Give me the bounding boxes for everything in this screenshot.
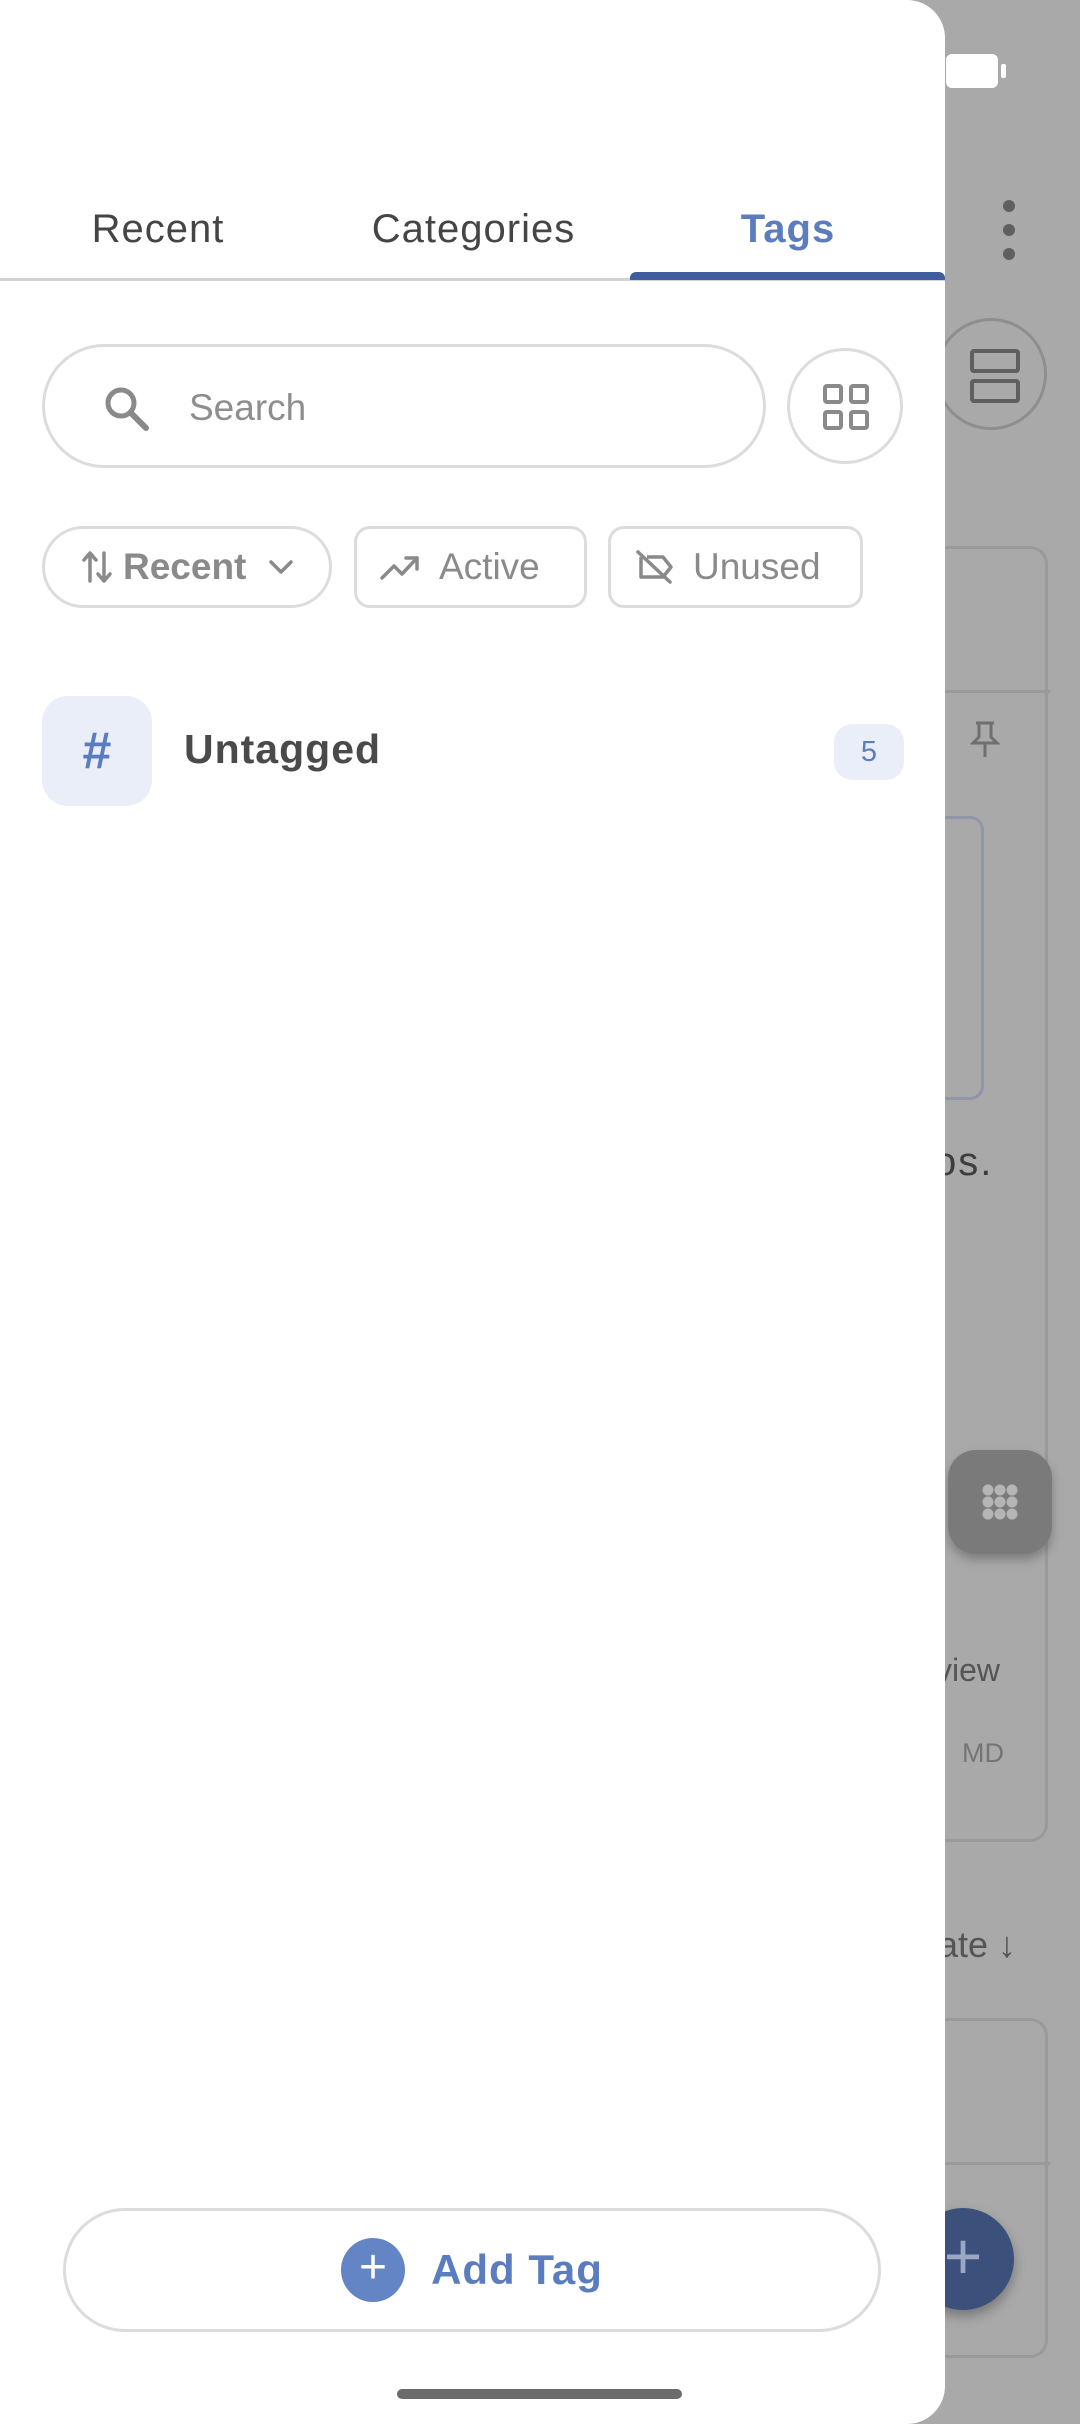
background-text-fragment: view [936, 1652, 1001, 1688]
search-input[interactable] [187, 377, 731, 439]
filter-unused-label: Unused [693, 546, 821, 587]
add-tag-label: Add Tag [431, 2246, 603, 2293]
sort-arrows-icon [82, 551, 112, 583]
hashtag-icon: # [42, 696, 152, 806]
background-divider [940, 690, 1050, 693]
filter-unused-chip[interactable]: Unused [608, 526, 863, 608]
tag-list-item[interactable]: # Untagged 5 [42, 696, 904, 808]
home-indicator[interactable] [397, 2389, 682, 2399]
sort-recent-label: Recent [123, 546, 247, 587]
chevron-down-icon [269, 560, 294, 574]
pin-icon [969, 720, 1001, 770]
filter-active-chip[interactable]: Active [354, 526, 587, 608]
more-options-icon [1002, 200, 1016, 272]
grid-view-icon [823, 384, 869, 430]
label-off-icon [636, 550, 673, 584]
tab-categories[interactable]: Categories [316, 176, 631, 282]
grid-apps-icon [948, 1450, 1052, 1554]
grid-view-button[interactable] [787, 348, 903, 464]
drawer-tabs: Recent Categories Tags [0, 176, 945, 282]
layout-toggle-icon [935, 318, 1047, 430]
navigation-drawer: Recent Categories Tags Recent [0, 0, 945, 2424]
tab-selected-indicator [630, 272, 945, 280]
add-tag-button[interactable]: + Add Tag [63, 2208, 881, 2332]
tab-tags[interactable]: Tags [631, 176, 945, 282]
search-bar[interactable] [42, 344, 766, 468]
trending-up-icon [380, 556, 419, 580]
sort-recent-chip[interactable]: Recent [42, 526, 332, 608]
tag-count-badge: 5 [834, 724, 904, 780]
background-text-fragment: MD [962, 1738, 1004, 1768]
tag-name: Untagged [184, 726, 382, 772]
filter-active-label: Active [439, 546, 540, 587]
battery-icon [946, 54, 1006, 88]
background-divider [940, 2162, 1050, 2165]
add-circle-icon: + [341, 2238, 406, 2302]
tab-recent[interactable]: Recent [0, 176, 316, 282]
search-icon [105, 387, 149, 431]
